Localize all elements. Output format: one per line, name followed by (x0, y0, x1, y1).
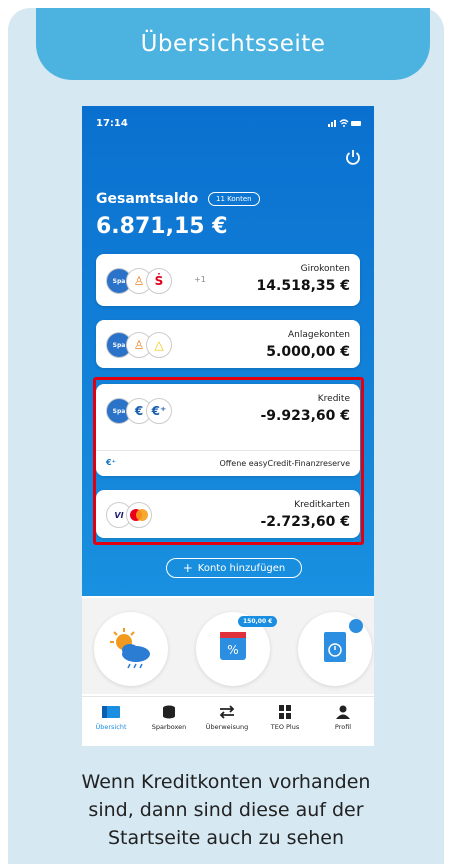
tab-sparboxen[interactable]: Sparboxen (140, 705, 198, 731)
commerzbank-icon: △ (146, 332, 172, 358)
caption-line: sind, dann sind diese auf der (88, 799, 364, 821)
accounts-count-badge[interactable]: 11 Konten (208, 192, 260, 206)
overview-icon (102, 706, 120, 718)
bottom-tab-bar: Übersicht Sparboxen Überweisung TEO Plus… (82, 696, 374, 746)
account-card-anlagekonten[interactable]: Spa ♙ △ Anlagekonten 5.000,00 € (96, 320, 360, 368)
account-card-girokonten[interactable]: Spa ♙ Ṡ +1 Girokonten 14.518,35 € (96, 254, 360, 306)
caption-line: Wenn Kreditkonten vorhanden (81, 771, 371, 793)
weather-widget[interactable] (94, 612, 168, 686)
add-account-button[interactable]: + Konto hinzufügen (166, 558, 302, 578)
account-type-label: Girokonten (300, 264, 350, 274)
caption-text: Wenn Kreditkonten vorhanden sind, dann s… (40, 768, 412, 852)
status-icons (328, 118, 362, 131)
power-icon[interactable] (344, 148, 362, 166)
signal-wifi-battery-icon (328, 119, 361, 127)
person-icon (336, 705, 350, 719)
weather-icon (110, 628, 150, 669)
document-clock-icon (324, 619, 363, 662)
sparkasse-s-icon: Ṡ (146, 268, 172, 294)
total-balance-label: Gesamtsaldo (96, 191, 199, 207)
widget-strip: % (82, 598, 374, 694)
total-balance-value: 6.871,15 € (96, 214, 228, 239)
account-type-label: Anlagekonten (288, 330, 350, 340)
plus-icon: + (182, 561, 193, 575)
status-time: 17:14 (96, 118, 128, 129)
svg-text:%: % (227, 643, 238, 657)
phone-screenshot: 17:14 Gesamtsaldo 11 Konten 6.871,15 € S… (82, 106, 374, 746)
transfer-icon (219, 705, 235, 719)
tab-label: Profil (334, 723, 352, 731)
tab-label: Übersicht (95, 723, 127, 731)
tab-ueberweisung[interactable]: Überweisung (198, 705, 256, 731)
tab-profil[interactable]: Profil (314, 705, 372, 731)
account-amount: 14.518,35 € (256, 278, 350, 294)
credit-highlight-box (93, 377, 364, 545)
caption-line: Startseite auch zu sehen (107, 827, 345, 849)
more-accounts-count: +1 (194, 275, 206, 284)
tab-teo-plus[interactable]: TEO Plus (256, 705, 314, 731)
account-amount: 5.000,00 € (266, 344, 350, 360)
widget-amount-badge: 150,00 € (238, 616, 278, 627)
tab-label: Sparboxen (151, 723, 187, 731)
tab-uebersicht[interactable]: Übersicht (82, 705, 140, 731)
history-widget[interactable] (298, 612, 372, 686)
page-title: Übersichtsseite (36, 8, 430, 80)
coins-icon (163, 705, 175, 719)
tab-label: TEO Plus (270, 723, 300, 731)
grid-icon (279, 705, 291, 719)
add-account-label: Konto hinzufügen (197, 562, 286, 574)
tab-label: Überweisung (205, 723, 249, 731)
